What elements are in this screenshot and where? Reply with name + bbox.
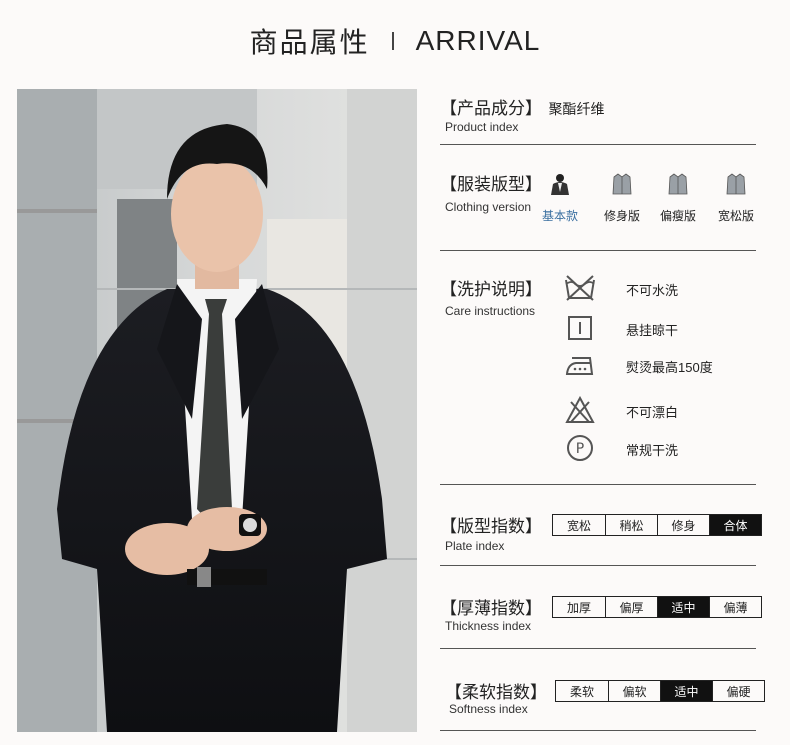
care-text: 熨烫最高150度 xyxy=(626,360,713,375)
softness-index-title: 【柔软指数】 xyxy=(445,683,547,702)
version-label-loose: 宽松版 xyxy=(717,209,754,223)
divider xyxy=(440,144,756,145)
softness-index-option: 柔软 xyxy=(569,684,594,699)
material-section: 【产品成分】 聚酯纤维 xyxy=(440,94,604,119)
fit-index-option: 稍松 xyxy=(605,515,657,535)
divider xyxy=(440,730,756,731)
version-label-thin: 偏瘦版 xyxy=(659,209,696,223)
care-title: 【洗护说明】 xyxy=(440,280,542,299)
version-title: 【服装版型】 xyxy=(440,175,542,194)
header-divider xyxy=(391,32,394,50)
care-item-hang-dry: 悬挂晾干 xyxy=(562,313,762,345)
material-title: 【产品成分】 xyxy=(440,99,542,118)
shirt-icon xyxy=(726,173,746,195)
care-text: 不可漂白 xyxy=(626,405,679,420)
care-item-dry-clean: P 常规干洗 xyxy=(562,433,762,465)
care-text: 常规干洗 xyxy=(626,443,679,458)
fit-index-title: 【版型指数】 xyxy=(440,517,542,536)
softness-index-scale: 柔软 偏软 适中 偏硬 xyxy=(555,680,765,702)
care-text: 不可水洗 xyxy=(626,283,679,298)
iron-icon xyxy=(562,350,598,380)
version-label-basic: 基本款 xyxy=(541,209,578,223)
fit-index-scale: 宽松 稍松 修身 合体 xyxy=(552,514,762,536)
fit-index-option-selected: 合体 xyxy=(709,515,761,535)
version-option-loose: 宽松版 xyxy=(708,172,764,224)
no-wash-icon xyxy=(562,273,598,303)
thickness-index-option-selected: 适中 xyxy=(657,597,709,617)
suit-model-icon xyxy=(551,174,569,195)
svg-text:P: P xyxy=(576,441,584,457)
care-item-no-bleach: 不可漂白 xyxy=(562,395,762,427)
version-subtitle: Clothing version xyxy=(445,200,532,214)
softness-index-option: 偏硬 xyxy=(712,681,764,701)
fit-index-subtitle: Plate index xyxy=(445,539,505,553)
thickness-index-subtitle: Thickness index xyxy=(445,619,532,633)
care-subtitle: Care instructions xyxy=(445,304,536,318)
softness-index-subtitle: Softness index xyxy=(449,702,528,716)
no-bleach-icon xyxy=(562,395,598,425)
divider xyxy=(440,565,756,566)
material-subtitle: Product index xyxy=(445,120,519,134)
header-title-cn: 商品属性 xyxy=(249,27,370,58)
care-item-iron: 熨烫最高150度 xyxy=(562,350,762,382)
softness-index-option-selected: 适中 xyxy=(660,681,712,701)
care-item-no-wash: 不可水洗 xyxy=(562,273,762,305)
thickness-index-option: 偏薄 xyxy=(709,597,761,617)
divider xyxy=(440,484,756,485)
version-option-thin: 偏瘦版 xyxy=(650,172,706,224)
thickness-index-scale: 加厚 偏厚 适中 偏薄 xyxy=(552,596,762,618)
divider xyxy=(440,648,756,649)
shirt-icon xyxy=(668,173,688,195)
thickness-index-option: 偏厚 xyxy=(605,597,657,617)
version-option-basic: 基本款 xyxy=(532,172,588,224)
hang-dry-icon xyxy=(562,313,598,343)
softness-index-option: 偏软 xyxy=(608,681,660,701)
page-header: 商品属性 ARRIVAL xyxy=(0,18,790,64)
care-text: 悬挂晾干 xyxy=(626,323,679,338)
version-option-slim: 修身版 xyxy=(594,172,650,224)
dry-clean-icon: P xyxy=(562,433,598,463)
shirt-icon xyxy=(612,173,632,195)
header-title-en: ARRIVAL xyxy=(415,25,541,56)
material-value: 聚酯纤维 xyxy=(548,101,605,117)
fit-index-option: 修身 xyxy=(657,515,709,535)
version-label-slim: 修身版 xyxy=(603,209,640,223)
divider xyxy=(440,250,756,251)
product-photo xyxy=(17,89,417,732)
thickness-index-title: 【厚薄指数】 xyxy=(440,599,542,618)
thickness-index-option: 加厚 xyxy=(566,600,591,615)
fit-index-option: 宽松 xyxy=(566,518,591,533)
